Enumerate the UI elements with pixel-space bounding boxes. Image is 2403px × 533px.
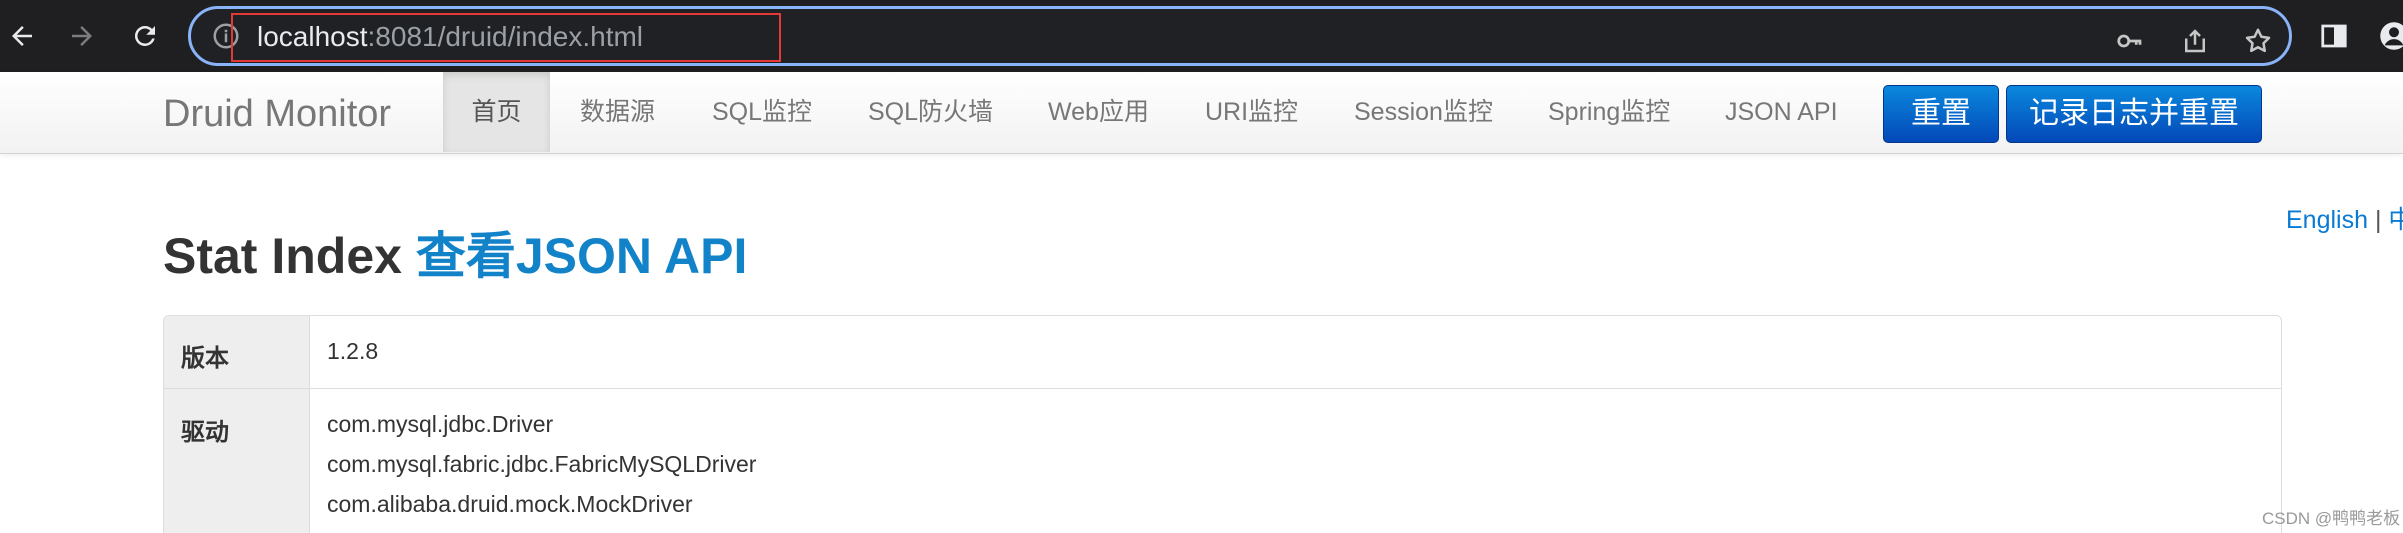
share-icon[interactable] [2177, 23, 2213, 59]
url-host: localhost [257, 21, 368, 52]
reload-icon [130, 21, 160, 51]
nav-item-home[interactable]: 首页 [443, 72, 550, 152]
forward-button[interactable] [60, 14, 104, 58]
arrow-right-icon [67, 21, 97, 51]
key-icon[interactable] [2112, 23, 2148, 59]
reload-button[interactable] [123, 14, 167, 58]
nav-item-web-app[interactable]: Web应用 [1048, 72, 1149, 152]
browser-toolbar: localhost:8081/druid/index.html [0, 0, 2403, 72]
nav-item-uri-monitor[interactable]: URI监控 [1205, 72, 1298, 152]
url-text[interactable]: localhost:8081/druid/index.html [257, 21, 643, 53]
log-and-reset-button[interactable]: 记录日志并重置 [2006, 85, 2262, 143]
back-button[interactable] [0, 14, 44, 58]
reset-button[interactable]: 重置 [1883, 85, 1999, 143]
nav-item-datasource[interactable]: 数据源 [580, 72, 655, 152]
nav-item-session-monitor[interactable]: Session监控 [1354, 72, 1493, 152]
driver-value: com.alibaba.druid.mock.MockDriver [327, 491, 693, 517]
page-title-text: Stat Index [163, 228, 402, 284]
sidebar-icon[interactable] [2314, 16, 2354, 56]
view-json-api-link[interactable]: 查看JSON API [416, 228, 748, 284]
profile-icon[interactable] [2374, 16, 2403, 56]
stat-index-table: 版本 1.2.8 驱动 com.mysql.jdbc.Driver com.my… [163, 315, 2282, 533]
page-title: Stat Index 查看JSON API [163, 228, 747, 284]
lang-chinese-link[interactable]: 中 [2388, 206, 2403, 234]
table-key-cell: 驱动 [164, 389, 310, 533]
arrow-left-icon [7, 21, 37, 51]
url-path: :8081/druid/index.html [367, 21, 644, 52]
watermark: CSDN @鸭鸭老板 [2262, 509, 2401, 528]
language-switch: English | 中 [2286, 200, 2403, 236]
version-value: 1.2.8 [327, 338, 379, 364]
driver-value: com.mysql.jdbc.Driver [327, 411, 554, 437]
driver-key: 驱动 [181, 419, 229, 446]
table-key-cell: 版本 [164, 316, 310, 388]
lang-english-link[interactable]: English [2286, 206, 2368, 234]
brand-logo[interactable]: Druid Monitor [163, 92, 391, 136]
nav-item-json-api[interactable]: JSON API [1725, 72, 1838, 152]
version-key: 版本 [181, 345, 229, 372]
druid-navbar: Druid Monitor 首页 数据源 SQL监控 SQL防火墙 Web应用 … [0, 72, 2403, 154]
star-icon[interactable] [2240, 23, 2276, 59]
nav-item-sql-monitor[interactable]: SQL监控 [712, 72, 812, 152]
lang-separator: | [2374, 206, 2382, 234]
address-bar[interactable]: localhost:8081/druid/index.html [188, 6, 2292, 66]
nav-item-spring-monitor[interactable]: Spring监控 [1548, 72, 1670, 152]
info-icon[interactable] [211, 21, 241, 51]
nav-item-sql-firewall[interactable]: SQL防火墙 [868, 72, 993, 152]
table-row-driver: 驱动 com.mysql.jdbc.Driver com.mysql.fabri… [164, 389, 2281, 533]
driver-value: com.mysql.fabric.jdbc.FabricMySQLDriver [327, 451, 757, 477]
table-row-version: 版本 1.2.8 [164, 316, 2281, 389]
